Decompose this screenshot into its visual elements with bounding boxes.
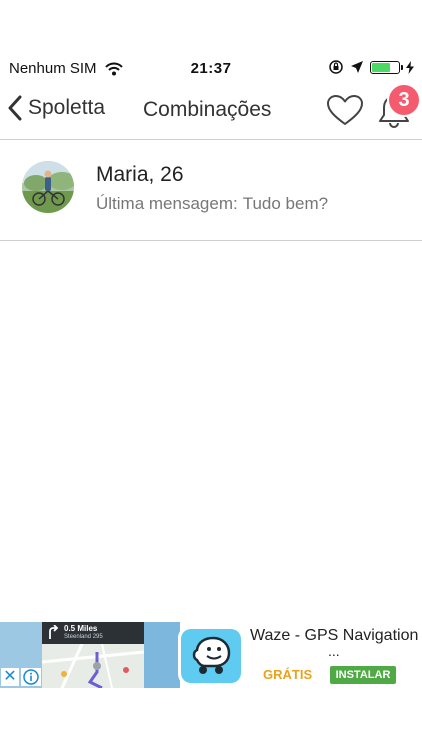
ad-app-icon[interactable] xyxy=(178,626,244,686)
ad-banner[interactable]: 0.5 Miles Steenland 295 ✕ Waze - GPS Nav… xyxy=(0,622,422,688)
close-icon: ✕ xyxy=(3,668,17,685)
last-message: Última mensagem: Tudo bem? xyxy=(96,194,328,214)
ad-price-label: GRÁTIS xyxy=(263,667,313,682)
page-title: Combinações xyxy=(143,98,272,121)
ad-title-ellipsis: ... xyxy=(328,643,340,659)
last-message-prefix: Última mensagem: xyxy=(96,194,238,213)
ad-map-street: Steenland 295 xyxy=(64,634,103,640)
battery-indicator xyxy=(370,60,403,74)
heart-icon xyxy=(327,95,363,125)
rotation-lock-icon xyxy=(329,60,343,74)
avatar-photo xyxy=(22,161,74,213)
favorites-button[interactable] xyxy=(326,94,364,131)
charging-bolt-icon xyxy=(406,60,414,74)
back-button[interactable]: Spoletta xyxy=(8,95,105,121)
waze-logo-icon xyxy=(181,629,241,683)
battery-fill xyxy=(372,62,391,72)
match-list-item[interactable]: Maria, 26 Última mensagem: Tudo bem? xyxy=(0,141,422,241)
ad-install-button[interactable]: INSTALAR xyxy=(330,666,396,684)
ad-info-button[interactable] xyxy=(21,668,41,686)
location-arrow-icon xyxy=(351,61,363,73)
notification-badge: 3 xyxy=(387,83,421,117)
info-icon xyxy=(23,669,39,685)
ad-map-screenshot: 0.5 Miles Steenland 295 xyxy=(42,622,144,688)
match-name: Maria, 26 xyxy=(96,163,184,186)
ad-background-mid xyxy=(144,622,180,688)
ad-map-distance: 0.5 Miles xyxy=(64,624,98,633)
ad-close-button[interactable]: ✕ xyxy=(1,668,19,686)
avatar xyxy=(22,161,74,213)
nav-bar: Spoletta Combinações 3 xyxy=(0,82,422,140)
chevron-left-icon xyxy=(8,95,22,121)
status-right xyxy=(328,59,414,75)
back-label: Spoletta xyxy=(28,96,106,119)
last-message-text: Tudo bem? xyxy=(242,194,329,213)
turn-arrow-icon xyxy=(49,625,59,639)
status-bar: Nenhum SIM 21:37 xyxy=(0,56,422,82)
